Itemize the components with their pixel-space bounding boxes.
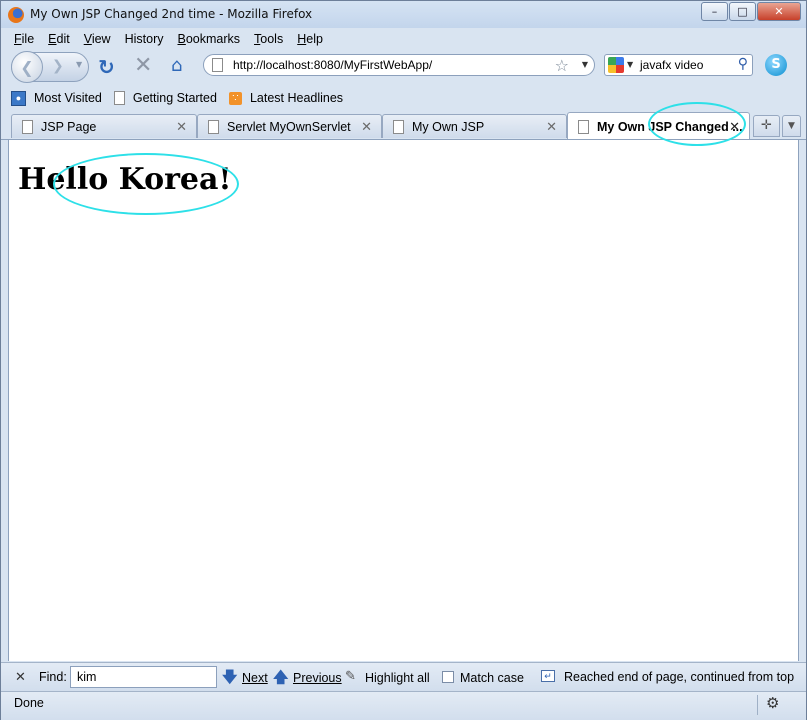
tab-label: Servlet MyOwnServlet [227,120,351,134]
close-window-button[interactable]: ✕ [757,2,801,21]
stop-icon[interactable]: ✕ [134,55,152,77]
search-engine-dropdown-icon[interactable]: ▼ [627,60,633,69]
page-icon [22,120,33,134]
bookmark-getting-started[interactable]: Getting Started [113,91,217,105]
menu-view[interactable]: View [77,32,118,46]
find-previous-button[interactable]: Previous [293,671,342,685]
page-heading: Hello Korea! [18,162,232,197]
find-next-button[interactable]: Next [242,671,268,685]
find-status-text: Reached end of page, continued from top [564,670,795,684]
tab-label: My Own JSP Changed ... [597,120,743,134]
down-arrow-icon[interactable]: 🡇 [222,667,237,692]
search-input[interactable]: javafx video [640,58,703,72]
skype-icon[interactable]: S [765,54,787,76]
up-arrow-icon[interactable]: 🡅 [273,667,288,692]
bookmark-latest-headlines[interactable]: ∵ Latest Headlines [228,91,344,105]
tab-close-icon[interactable]: ✕ [546,119,557,135]
find-label: Find: [39,670,67,684]
home-icon[interactable]: ⌂ [171,57,182,75]
tab-my-own-jsp-changed[interactable]: My Own JSP Changed ... ✕ [567,112,750,139]
maximize-button[interactable]: □ [729,2,756,21]
status-text: Done [14,696,44,710]
reload-icon[interactable]: ↻ [98,57,115,77]
window-controls: – □ ✕ [700,2,801,21]
page-icon [578,120,589,134]
minimize-button[interactable]: – [701,2,728,21]
wrapped-search-icon: ↵ [541,670,555,682]
google-icon[interactable] [608,57,624,73]
firefox-icon [8,7,24,23]
tab-jsp-page[interactable]: JSP Page ✕ [11,114,197,138]
menu-history[interactable]: History [118,32,171,46]
bug-icon[interactable]: ⚙ [766,694,779,712]
tab-close-icon[interactable]: ✕ [729,119,740,135]
find-close-icon[interactable]: ✕ [15,669,26,685]
url-dropdown-icon[interactable]: ▼ [582,60,588,69]
title-bar: My Own JSP Changed 2nd time - Mozilla Fi… [1,1,806,28]
tab-label: My Own JSP [412,120,485,134]
highlighter-icon[interactable]: ✎ [345,668,356,684]
navigation-toolbar: ❮ ❯ ▼ ↻ ✕ ⌂ http://localhost:8080/MyFirs… [1,49,806,85]
page-content: Hello Korea! [8,140,799,661]
menu-help[interactable]: Help [290,32,330,46]
back-forward-group: ❮ ❯ ▼ [11,51,89,83]
tab-servlet-myownservlet[interactable]: Servlet MyOwnServlet ✕ [197,114,382,138]
window-title: My Own JSP Changed 2nd time - Mozilla Fi… [30,7,313,21]
menu-bookmarks[interactable]: Bookmarks [171,32,248,46]
menu-bar: File Edit View History Bookmarks Tools H… [7,29,330,49]
menu-tools[interactable]: Tools [247,32,290,46]
tab-strip: JSP Page ✕ Servlet MyOwnServlet ✕ My Own… [1,111,806,140]
rss-feed-icon: ∵ [228,91,242,105]
search-bar[interactable]: ▼ javafx video ⚲ [604,54,753,76]
browser-window: My Own JSP Changed 2nd time - Mozilla Fi… [0,0,807,720]
history-dropdown-icon[interactable]: ▼ [76,60,82,69]
find-input[interactable] [70,666,217,688]
bookmark-label: Latest Headlines [249,91,344,105]
most-visited-icon: ● [11,90,26,106]
tab-close-icon[interactable]: ✕ [176,119,187,135]
match-case-label[interactable]: Match case [460,671,524,685]
tab-list-button[interactable]: ▼ [782,115,801,137]
page-icon [208,120,219,134]
highlight-all-button[interactable]: Highlight all [365,671,430,685]
bookmark-most-visited[interactable]: ● Most Visited [11,90,102,106]
url-text[interactable]: http://localhost:8080/MyFirstWebApp/ [233,58,432,72]
tab-my-own-jsp[interactable]: My Own JSP ✕ [382,114,567,138]
url-bar[interactable]: http://localhost:8080/MyFirstWebApp/ ☆ ▼ [203,54,595,76]
status-divider [757,695,758,715]
bookmark-star-icon[interactable]: ☆ [555,56,569,75]
bookmark-label: Most Visited [34,91,102,105]
page-icon [393,120,404,134]
status-bar: Done ⚙ [1,691,806,720]
tab-close-icon[interactable]: ✕ [361,119,372,135]
match-case-checkbox[interactable] [442,671,454,683]
tab-label: JSP Page [41,120,97,134]
page-icon [113,91,125,105]
forward-arrow-icon[interactable]: ❯ [52,58,64,74]
search-magnifier-icon[interactable]: ⚲ [738,56,748,72]
back-arrow-icon[interactable]: ❮ [11,51,43,83]
bookmark-label: Getting Started [132,91,217,105]
menu-edit[interactable]: Edit [41,32,77,46]
menu-file[interactable]: File [7,32,41,46]
new-tab-button[interactable]: ✛ [753,115,780,137]
find-bar: ✕ Find: 🡇 Next 🡅 Previous ✎ Highlight al… [1,662,806,691]
site-page-icon [212,58,223,72]
bookmarks-toolbar: ● Most Visited Getting Started ∵ Latest … [1,87,806,109]
